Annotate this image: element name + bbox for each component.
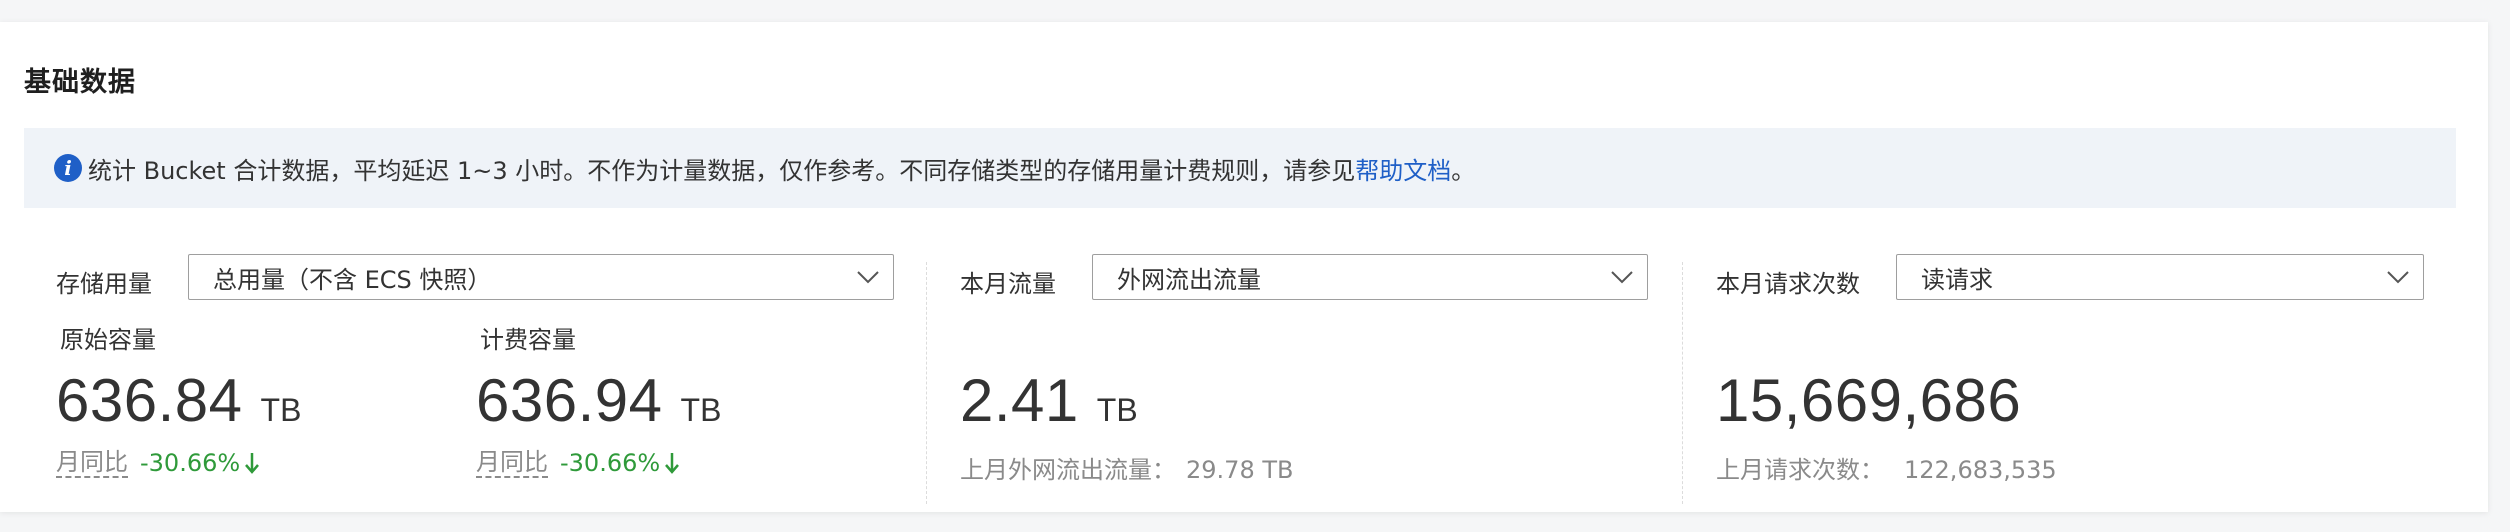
traffic-select-value: 外网流出流量 — [1117, 265, 1261, 294]
traffic-unit: TB — [1096, 392, 1138, 428]
storage-type-select[interactable]: 总用量（不含 ECS 快照） — [188, 254, 894, 300]
chevron-down-icon — [1611, 271, 1633, 284]
notice-suffix: 。 — [1451, 156, 1476, 185]
section-divider — [1682, 262, 1683, 504]
section-divider — [926, 262, 927, 504]
traffic-type-select[interactable]: 外网流出流量 — [1092, 254, 1648, 300]
info-notice: i 统计 Bucket 合计数据，平均延迟 1~3 小时。不作为计量数据，仅作参… — [24, 128, 2456, 208]
traffic-metric: 2.41 TB — [960, 366, 1138, 435]
yoy-value: -30.66% — [560, 449, 661, 477]
card-title: 基础数据 — [24, 67, 136, 98]
info-icon: i — [54, 154, 82, 182]
traffic-previous: 上月外网流出流量： 29.78 TB — [960, 450, 1293, 485]
storage-select-value: 总用量（不含 ECS 快照） — [213, 265, 492, 294]
chevron-down-icon — [857, 271, 879, 284]
billed-capacity-yoy: 月同比 -30.66% — [476, 448, 680, 478]
notice-text: 统计 Bucket 合计数据，平均延迟 1~3 小时。不作为计量数据，仅作参考。… — [88, 156, 1356, 185]
raw-capacity-label: 原始容量 — [60, 326, 156, 354]
raw-capacity-unit: TB — [260, 392, 302, 428]
traffic-value: 2.41 — [960, 367, 1079, 434]
request-type-select[interactable]: 读请求 — [1896, 254, 2424, 300]
storage-label: 存储用量 — [56, 270, 152, 298]
help-doc-link[interactable]: 帮助文档 — [1355, 151, 1451, 186]
raw-capacity-metric: 636.84 TB — [56, 366, 301, 435]
requests-label: 本月请求次数 — [1716, 270, 1860, 298]
billed-capacity-unit: TB — [680, 392, 722, 428]
traffic-prev-value: 29.78 TB — [1186, 456, 1294, 484]
yoy-label[interactable]: 月同比 — [56, 448, 128, 478]
billed-capacity-metric: 636.94 TB — [476, 366, 721, 435]
arrow-down-icon — [245, 453, 260, 474]
requests-prev-value: 122,683,535 — [1904, 456, 2057, 484]
raw-capacity-yoy: 月同比 -30.66% — [56, 448, 260, 478]
basic-data-card: 基础数据 i 统计 Bucket 合计数据，平均延迟 1~3 小时。不作为计量数… — [0, 22, 2488, 512]
requests-value: 15,669,686 — [1716, 367, 2022, 434]
requests-prev-label: 上月请求次数： — [1716, 456, 1884, 484]
yoy-label[interactable]: 月同比 — [476, 448, 548, 478]
raw-capacity-value: 636.84 — [56, 367, 243, 434]
request-select-value: 读请求 — [1921, 265, 1993, 294]
requests-metric: 15,669,686 — [1716, 366, 2021, 435]
billed-capacity-value: 636.94 — [476, 367, 663, 434]
requests-previous: 上月请求次数： 122,683,535 — [1716, 450, 2057, 485]
yoy-value: -30.66% — [140, 449, 241, 477]
traffic-prev-label: 上月外网流出流量： — [960, 456, 1176, 484]
chevron-down-icon — [2387, 271, 2409, 284]
billed-capacity-label: 计费容量 — [480, 326, 576, 354]
arrow-down-icon — [665, 453, 680, 474]
traffic-label: 本月流量 — [960, 270, 1056, 298]
